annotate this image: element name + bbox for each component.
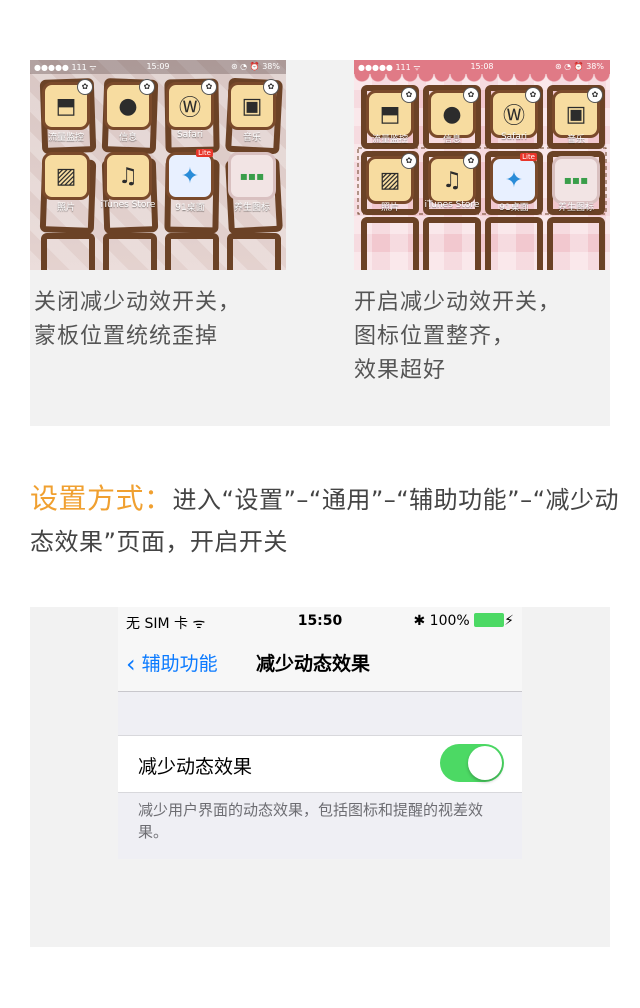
page-title: 减少动态效果 <box>256 653 371 675</box>
app-label: iTunes Store <box>100 200 156 210</box>
app-messages[interactable]: ● ✿ <box>104 79 155 130</box>
battery-status: ⊛ ◔ ⏰ 38% <box>554 62 604 71</box>
bug-icon: ✿ <box>401 153 417 169</box>
bug-icon: ✿ <box>587 87 603 103</box>
bug-icon: ✿ <box>263 79 279 95</box>
app-folder[interactable]: ▪▪▪ <box>552 156 600 204</box>
app-91-desktop[interactable]: ✦ Lite <box>166 149 214 200</box>
bug-icon: ✿ <box>463 87 479 103</box>
caption-motion-on: 开启减少动效开关， 图标位置整齐， 效果超好 <box>354 286 610 388</box>
app-traffic-monitor[interactable]: ⬒ ✿ <box>42 79 93 130</box>
toggle-knob <box>468 746 502 780</box>
caption-line: 效果超好 <box>354 358 447 383</box>
screenshot-reduce-motion-off: ●●●●● 111 ᯤ 15:09 ⊛ ◔ ⏰ 38% ⬒ ✿ ● ✿ Ⓦ ✿ ▣ ✿ … <box>30 60 286 270</box>
bug-icon: ✿ <box>525 87 541 103</box>
app-label: 流量监控 <box>371 135 408 145</box>
app-label: 照片 <box>380 203 399 213</box>
app-label: 信息 <box>442 135 461 145</box>
back-label: 辅助功能 <box>141 653 218 675</box>
folder-icon: ▪▪▪ <box>239 169 265 183</box>
app-label: 音乐 <box>566 135 585 145</box>
settings-screenshot-card: 无 SIM 卡 ᯤ 15:50 ✱ 100% ⚡ ‹ 辅助功能 减少动态效果 减… <box>30 607 610 947</box>
pinwheel-icon: ✦ <box>504 167 524 193</box>
app-label: Safari <box>500 132 528 142</box>
battery-status: ⊛ ◔ ⏰ 38% <box>230 62 280 71</box>
lite-badge: Lite <box>520 153 537 161</box>
app-itunes-store[interactable]: ♫ <box>104 152 152 200</box>
app-91-desktop[interactable]: ✦ Lite <box>490 153 538 204</box>
battery-icon <box>474 613 505 627</box>
app-itunes-store[interactable]: ♫ ✿ <box>428 153 479 204</box>
status-bar: ●●●●● 111 ᯤ 15:09 ⊛ ◔ ⏰ 38% <box>30 60 286 74</box>
caption-line: 蒙板位置统统歪掉 <box>34 324 219 349</box>
row-label: 减少动态效果 <box>138 756 253 778</box>
photo-icon: ▨ <box>55 163 77 189</box>
app-folder[interactable]: ▪▪▪ <box>228 152 276 200</box>
back-button[interactable]: ‹ 辅助功能 <box>126 649 218 678</box>
app-photos[interactable]: ▨ <box>42 152 90 200</box>
bug-icon: ✿ <box>139 79 155 95</box>
app-label: 养生图标 <box>233 203 270 213</box>
app-safari[interactable]: Ⓦ ✿ <box>490 87 541 138</box>
app-label: 91桌面 <box>499 203 529 213</box>
instruction-highlight: 设置方式： <box>30 482 173 515</box>
charging-icon: ⚡ <box>504 613 514 629</box>
app-label: 养生图标 <box>557 203 594 213</box>
setting-description: 减少用户界面的动态效果，包括图标和提醒的视差效果。 <box>138 801 484 841</box>
bluetooth-icon: ✱ <box>413 613 426 629</box>
lite-badge: Lite <box>196 149 213 157</box>
caption-line: 关闭减少动效开关， <box>34 290 242 315</box>
app-label: 照片 <box>56 203 75 213</box>
status-bar: 无 SIM 卡 ᯤ 15:50 ✱ 100% ⚡ <box>118 607 522 635</box>
caption-motion-off: 关闭减少动效开关， 蒙板位置统统歪掉 <box>34 286 314 354</box>
bug-icon: ✿ <box>463 153 479 169</box>
instruction-text: 设置方式：进入“设置”–“通用”–“辅助功能”–“减少动态效果”页面，开启开关 <box>30 478 620 563</box>
status-bar: ●●●●● 111 ᯤ 15:08 ⊛ ◔ ⏰ 38% <box>354 60 610 74</box>
bug-icon: ✿ <box>77 79 93 95</box>
navigation-bar: ‹ 辅助功能 减少动态效果 <box>118 635 522 692</box>
battery-percent: 100% <box>429 613 470 629</box>
app-safari[interactable]: Ⓦ ✿ <box>166 79 217 130</box>
app-label: 音乐 <box>242 133 261 143</box>
caption-line: 图标位置整齐， <box>354 324 516 349</box>
app-music[interactable]: ▣ ✿ <box>552 87 603 138</box>
app-label: Safari <box>176 130 204 140</box>
app-music[interactable]: ▣ ✿ <box>228 79 279 130</box>
ios-settings-screen: 无 SIM 卡 ᯤ 15:50 ✱ 100% ⚡ ‹ 辅助功能 减少动态效果 减… <box>118 607 522 859</box>
reduce-motion-toggle[interactable] <box>440 744 504 782</box>
app-label: 流量监控 <box>47 133 84 143</box>
bug-icon: ✿ <box>401 87 417 103</box>
bug-icon: ✿ <box>201 79 217 95</box>
screenshot-reduce-motion-on: ●●●●● 111 ᯤ 15:08 ⊛ ◔ ⏰ 38% ⬒ ✿ ● ✿ Ⓦ ✿ ▣ ✿ … <box>354 60 610 270</box>
app-photos[interactable]: ▨ ✿ <box>366 153 417 204</box>
comparison-card: ●●●●● 111 ᯤ 15:09 ⊛ ◔ ⏰ 38% ⬒ ✿ ● ✿ Ⓦ ✿ ▣ ✿ … <box>30 60 610 426</box>
folder-icon: ▪▪▪ <box>563 173 589 187</box>
app-label: 91桌面 <box>175 203 205 213</box>
caption-line: 开启减少动效开关， <box>354 290 562 315</box>
app-label: iTunes Store <box>424 200 480 210</box>
pinwheel-icon: ✦ <box>180 163 200 189</box>
app-messages[interactable]: ● ✿ <box>428 87 479 138</box>
status-right: ✱ 100% ⚡ <box>413 613 514 629</box>
app-label: 信息 <box>118 133 137 143</box>
music-note-icon: ♫ <box>118 163 138 189</box>
app-traffic-monitor[interactable]: ⬒ ✿ <box>366 87 417 138</box>
reduce-motion-row: 减少动态效果 <box>118 735 522 793</box>
chevron-left-icon: ‹ <box>126 650 136 678</box>
